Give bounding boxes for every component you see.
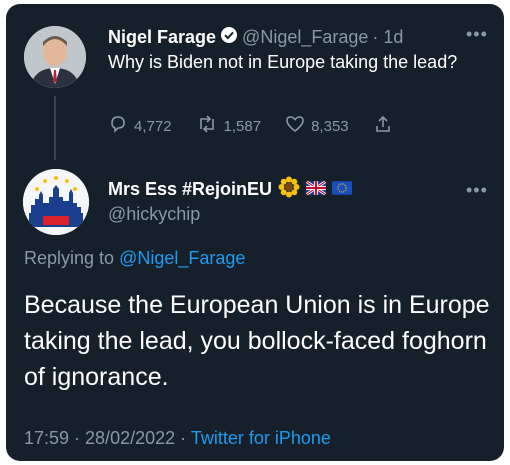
eu-flag-icon (332, 179, 353, 200)
share-icon (373, 114, 393, 138)
tweet1-header: Nigel Farage @Nigel_Farage · 1d (108, 26, 403, 49)
reply-icon (108, 114, 128, 138)
retweet-action[interactable]: 1,587 (196, 114, 262, 138)
uk-flag-icon (306, 179, 327, 200)
reply-action[interactable]: 4,772 (108, 114, 172, 138)
replying-to-link[interactable]: @Nigel_Farage (119, 248, 245, 268)
tweet2-handle[interactable]: @hickychip (108, 204, 200, 225)
tweet2-meta: 17:59 · 28/02/2022 · Twitter for iPhone (24, 428, 331, 449)
like-action[interactable]: 8,353 (285, 114, 349, 138)
reply-count: 4,772 (134, 117, 172, 135)
more-icon[interactable]: ••• (466, 180, 488, 201)
thread-line (54, 96, 56, 160)
tweet1-time[interactable]: · 1d (372, 27, 403, 48)
tweet1-handle[interactable]: @Nigel_Farage (242, 27, 368, 48)
retweet-count: 1,587 (223, 117, 262, 135)
tweet2-source[interactable]: Twitter for iPhone (191, 428, 331, 448)
share-action[interactable] (373, 114, 393, 138)
tweet1-actions: 4,772 1,587 8,353 (108, 114, 417, 138)
retweet-icon (196, 114, 218, 138)
like-count: 8,353 (311, 117, 349, 135)
replying-prefix: Replying to (24, 248, 115, 268)
replying-to-line: Replying to @Nigel_Farage (24, 248, 245, 269)
avatar-mrs-ess[interactable] (23, 169, 89, 235)
tweet2-timestamp[interactable]: 17:59 · 28/02/2022 · (24, 428, 191, 448)
screenshot-card: Nigel Farage @Nigel_Farage · 1d ••• Why … (6, 4, 504, 461)
tweet2-header: Mrs Ess #RejoinEU (108, 176, 353, 203)
avatar-nigel-farage[interactable] (24, 26, 86, 88)
tweet1-display-name[interactable]: Nigel Farage (108, 27, 216, 48)
tweet2-display-name[interactable]: Mrs Ess #RejoinEU (108, 179, 272, 200)
tweet2-text: Because the European Union is in Europe … (24, 291, 490, 391)
verified-badge-icon (220, 26, 238, 49)
more-icon[interactable]: ••• (466, 24, 488, 45)
tweet1-text: Why is Biden not in Europe taking the le… (108, 52, 458, 72)
heart-icon (285, 114, 305, 138)
sunflower-icon (278, 176, 300, 203)
